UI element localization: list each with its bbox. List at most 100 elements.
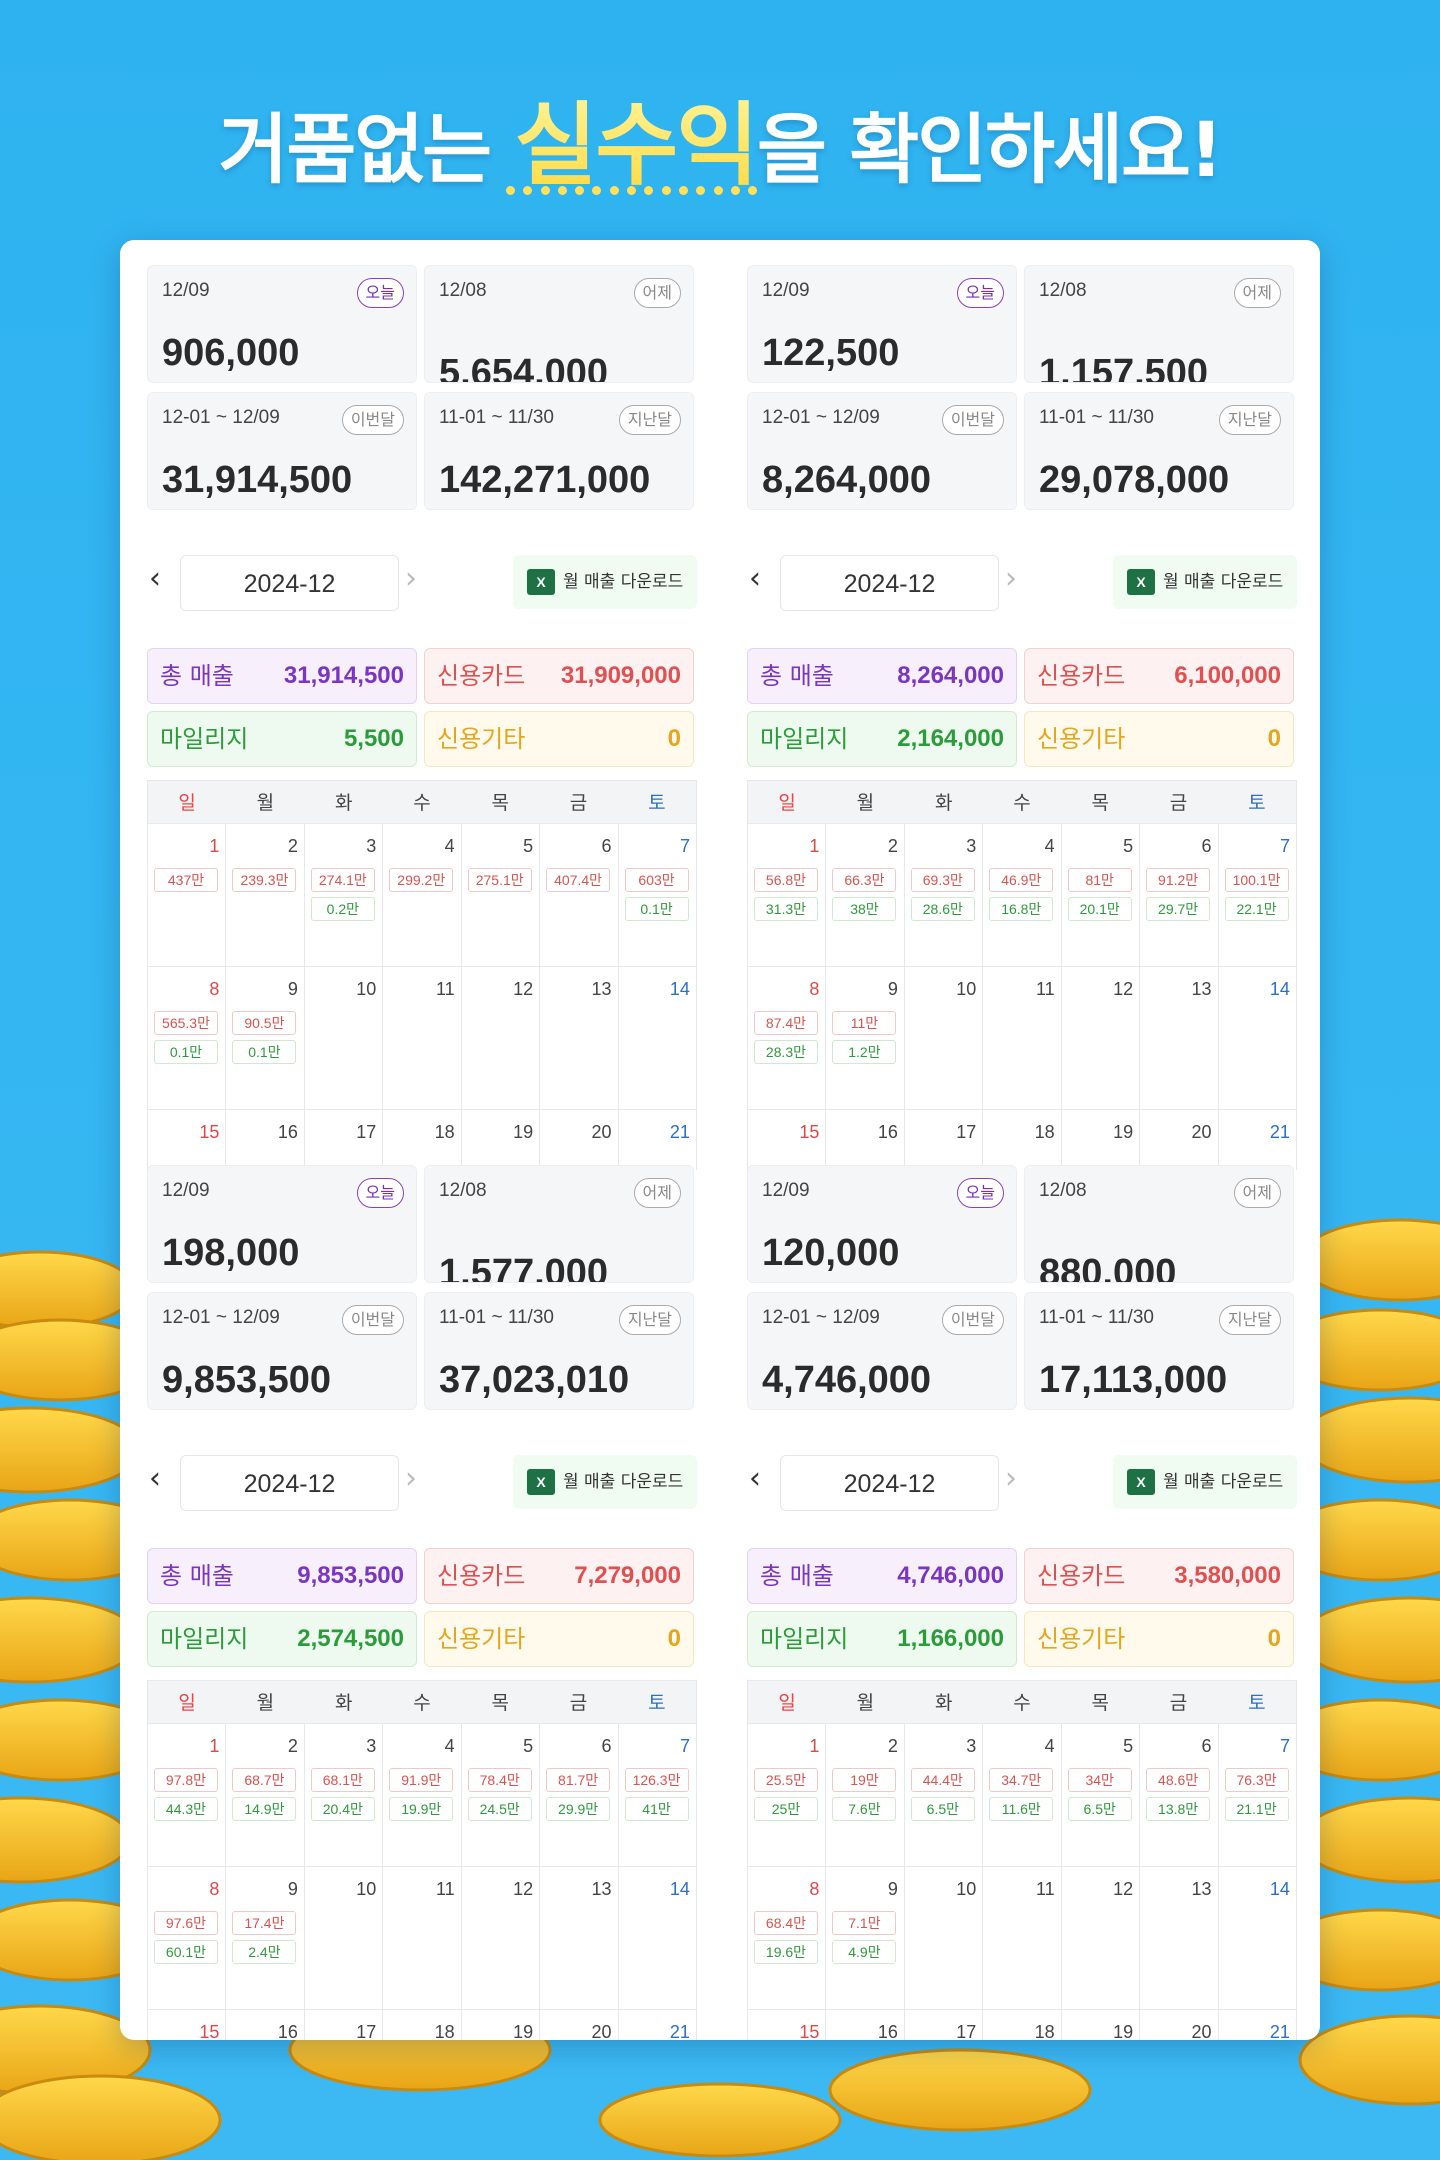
chevron-left-icon[interactable]: ‹	[749, 561, 761, 596]
calendar-day-cell[interactable]: 6 81.7만 29.9만	[539, 1724, 617, 1866]
calendar-day-cell[interactable]: 2 19만 7.6만	[825, 1724, 903, 1866]
calendar-day-cell[interactable]: 18	[982, 1110, 1060, 1170]
calendar-day-cell[interactable]: 15	[147, 1110, 225, 1170]
monthly-sales-download-button[interactable]: X 월 매출 다운로드	[1113, 1455, 1297, 1509]
calendar-day-cell[interactable]: 15	[147, 2010, 225, 2040]
calendar-day-cell[interactable]: 20	[1139, 2010, 1217, 2040]
chevron-right-icon[interactable]: ›	[1005, 1461, 1017, 1496]
calendar-day-cell[interactable]: 2 66.3만 38만	[825, 824, 903, 966]
calendar-day-cell[interactable]: 7 126.3만 41만	[617, 1724, 697, 1866]
calendar-day-cell[interactable]: 9 11만 1.2만	[825, 967, 903, 1109]
calendar-day-cell[interactable]: 16	[225, 1110, 303, 1170]
calendar-day-cell[interactable]: 14	[617, 1867, 697, 2009]
monthly-sales-download-button[interactable]: X 월 매출 다운로드	[513, 555, 697, 609]
chevron-left-icon[interactable]: ‹	[749, 1461, 761, 1496]
calendar-day-cell[interactable]: 20	[539, 1110, 617, 1170]
calendar-day-cell[interactable]: 7 603만 0.1만	[617, 824, 697, 966]
calendar-day-cell[interactable]: 1 25.5만 25만	[747, 1724, 825, 1866]
calendar-day-cell[interactable]: 17	[303, 1110, 382, 1170]
calendar-day-cell[interactable]: 13	[539, 967, 617, 1109]
calendar-day-cell[interactable]: 16	[225, 2010, 303, 2040]
calendar-day-cell[interactable]: 8 68.4만 19.6만	[747, 1867, 825, 2009]
calendar-day-cell[interactable]: 4 46.9만 16.8만	[982, 824, 1060, 966]
calendar-day-cell[interactable]: 1 56.8만 31.3만	[747, 824, 825, 966]
calendar-day-cell[interactable]: 20	[1139, 1110, 1217, 1170]
calendar-day-cell[interactable]: 19	[460, 2010, 539, 2040]
calendar-day-cell[interactable]: 21	[617, 1110, 697, 1170]
calendar-day-cell[interactable]: 18	[382, 2010, 460, 2040]
calendar-day-cell[interactable]: 10	[303, 967, 382, 1109]
calendar-day-cell[interactable]: 3 68.1만 20.4만	[303, 1724, 382, 1866]
calendar-day-cell[interactable]: 12	[1060, 1867, 1139, 2009]
calendar-day-cell[interactable]: 4 299.2만	[382, 824, 460, 966]
calendar-day-cell[interactable]: 14	[617, 967, 697, 1109]
calendar-day-cell[interactable]: 9 90.5만 0.1만	[225, 967, 303, 1109]
calendar-day-cell[interactable]: 21	[617, 2010, 697, 2040]
calendar-day-cell[interactable]: 17	[303, 2010, 382, 2040]
calendar-day-cell[interactable]: 21	[1217, 2010, 1297, 2040]
calendar-day-cell[interactable]: 19	[1060, 1110, 1139, 1170]
calendar-day-cell[interactable]: 18	[382, 1110, 460, 1170]
chevron-left-icon[interactable]: ‹	[149, 1461, 161, 1496]
calendar-day-cell[interactable]: 11	[982, 967, 1060, 1109]
calendar-day-cell[interactable]: 15	[747, 1110, 825, 1170]
calendar-day-cell[interactable]: 8 565.3만 0.1만	[147, 967, 225, 1109]
monthly-sales-download-button[interactable]: X 월 매출 다운로드	[1113, 555, 1297, 609]
month-selector[interactable]: 2024-12	[780, 555, 999, 611]
calendar-day-cell[interactable]: 9 7.1만 4.9만	[825, 1867, 903, 2009]
calendar-day-cell[interactable]: 4 91.9만 19.9만	[382, 1724, 460, 1866]
calendar-day-cell[interactable]: 14	[1217, 1867, 1297, 2009]
calendar-day-cell[interactable]: 12	[460, 1867, 539, 2009]
calendar-day-cell[interactable]: 13	[539, 1867, 617, 2009]
calendar-day-cell[interactable]: 6 407.4만	[539, 824, 617, 966]
calendar-day-cell[interactable]: 21	[1217, 1110, 1297, 1170]
calendar-day-cell[interactable]: 11	[382, 1867, 460, 2009]
calendar-day-cell[interactable]: 8 87.4만 28.3만	[747, 967, 825, 1109]
calendar-day-cell[interactable]: 8 97.6만 60.1만	[147, 1867, 225, 2009]
month-selector[interactable]: 2024-12	[180, 1455, 399, 1511]
calendar-day-cell[interactable]: 19	[1060, 2010, 1139, 2040]
calendar-day-cell[interactable]: 7 76.3만 21.1만	[1217, 1724, 1297, 1866]
calendar-day-cell[interactable]: 10	[903, 1867, 982, 2009]
monthly-sales-download-button[interactable]: X 월 매출 다운로드	[513, 1455, 697, 1509]
calendar-day-cell[interactable]: 2 68.7만 14.9만	[225, 1724, 303, 1866]
calendar-day-cell[interactable]: 10	[303, 1867, 382, 2009]
calendar-day-cell[interactable]: 5 275.1만	[460, 824, 539, 966]
calendar-day-cell[interactable]: 19	[460, 1110, 539, 1170]
calendar-day-cell[interactable]: 3 274.1만 0.2만	[303, 824, 382, 966]
calendar-day-cell[interactable]: 11	[382, 967, 460, 1109]
calendar-day-cell[interactable]: 16	[825, 1110, 903, 1170]
calendar-day-cell[interactable]: 16	[825, 2010, 903, 2040]
chevron-left-icon[interactable]: ‹	[149, 561, 161, 596]
calendar-day-cell[interactable]: 12	[1060, 967, 1139, 1109]
calendar-day-cell[interactable]: 20	[539, 2010, 617, 2040]
calendar-day-cell[interactable]: 6 91.2만 29.7만	[1139, 824, 1217, 966]
calendar-day-cell[interactable]: 11	[982, 1867, 1060, 2009]
calendar-day-cell[interactable]: 10	[903, 967, 982, 1109]
month-selector[interactable]: 2024-12	[180, 555, 399, 611]
calendar-day-cell[interactable]: 5 34만 6.5만	[1060, 1724, 1139, 1866]
calendar-day-cell[interactable]: 18	[982, 2010, 1060, 2040]
calendar-day-cell[interactable]: 1 97.8만 44.3만	[147, 1724, 225, 1866]
month-selector[interactable]: 2024-12	[780, 1455, 999, 1511]
chevron-right-icon[interactable]: ›	[1005, 561, 1017, 596]
calendar-day-cell[interactable]: 1 437만	[147, 824, 225, 966]
calendar-day-cell[interactable]: 5 78.4만 24.5만	[460, 1724, 539, 1866]
calendar-day-cell[interactable]: 3 69.3만 28.6만	[903, 824, 982, 966]
calendar-day-cell[interactable]: 15	[747, 2010, 825, 2040]
calendar-day-cell[interactable]: 13	[1139, 1867, 1217, 2009]
calendar-day-cell[interactable]: 12	[460, 967, 539, 1109]
calendar-day-cell[interactable]: 4 34.7만 11.6만	[982, 1724, 1060, 1866]
calendar-day-cell[interactable]: 17	[903, 2010, 982, 2040]
calendar-day-cell[interactable]: 5 81만 20.1만	[1060, 824, 1139, 966]
calendar-day-cell[interactable]: 14	[1217, 967, 1297, 1109]
chevron-right-icon[interactable]: ›	[405, 561, 417, 596]
calendar-day-cell[interactable]: 6 48.6만 13.8만	[1139, 1724, 1217, 1866]
calendar-day-cell[interactable]: 2 239.3만	[225, 824, 303, 966]
chevron-right-icon[interactable]: ›	[405, 1461, 417, 1496]
calendar-day-cell[interactable]: 17	[903, 1110, 982, 1170]
calendar-day-cell[interactable]: 9 17.4만 2.4만	[225, 1867, 303, 2009]
calendar-day-cell[interactable]: 7 100.1만 22.1만	[1217, 824, 1297, 966]
calendar-day-cell[interactable]: 3 44.4만 6.5만	[903, 1724, 982, 1866]
calendar-day-cell[interactable]: 13	[1139, 967, 1217, 1109]
